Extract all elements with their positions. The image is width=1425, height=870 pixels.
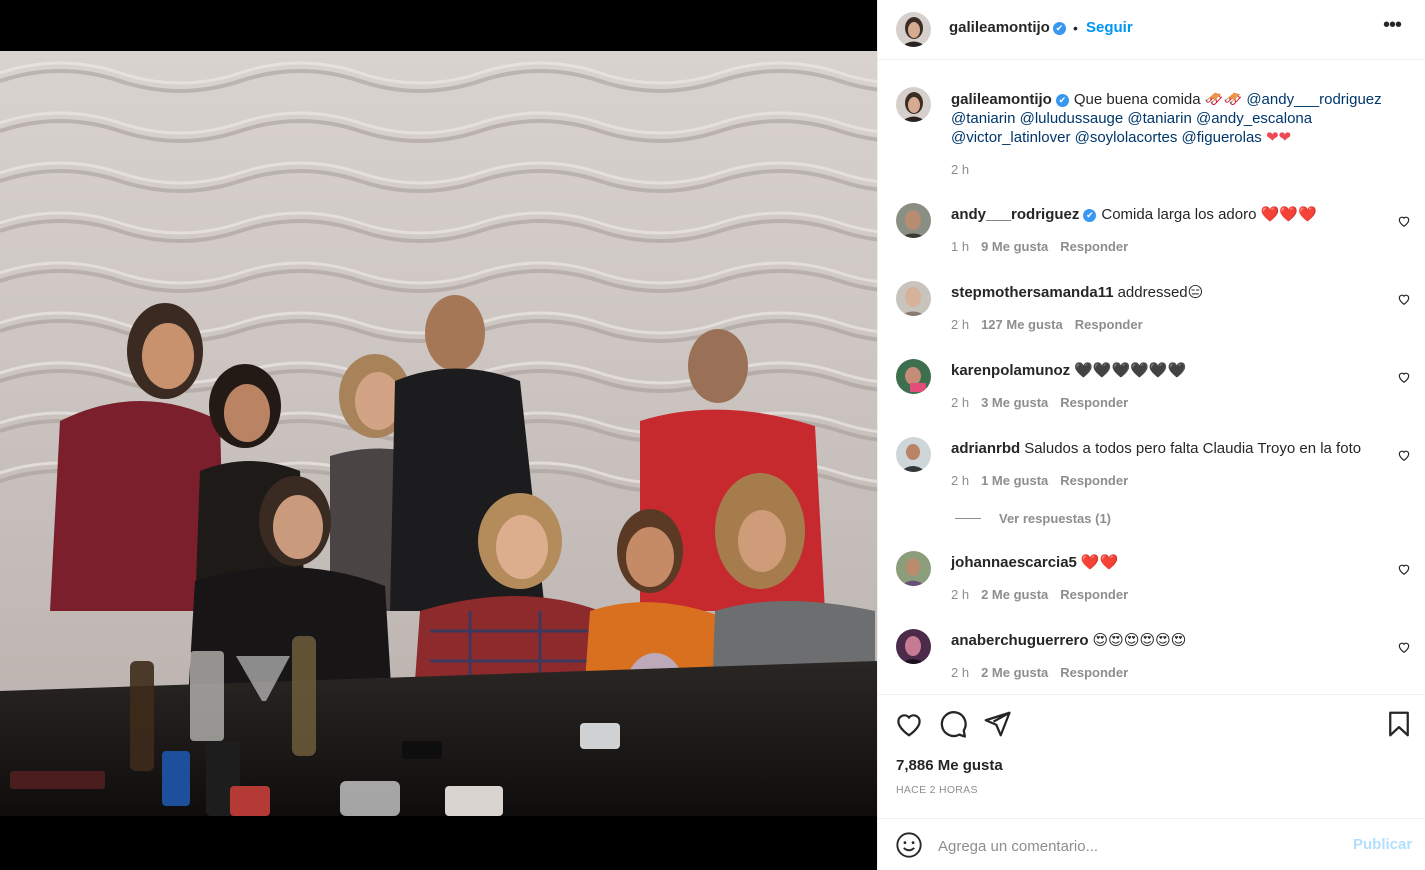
comment-time: 2 h [951, 665, 970, 680]
comment-text-block: anaberchuguerrero 😍😍😍😍😍😍 [951, 631, 1396, 650]
comment-icon[interactable] [938, 709, 968, 739]
comment-input[interactable] [938, 835, 1338, 857]
comment-meta: 2 h 127 Me gusta Responder [951, 317, 1155, 332]
author-username[interactable]: galileamontijo ✔ [949, 19, 1066, 36]
bookmark-icon[interactable] [1384, 709, 1414, 739]
verified-badge-icon: ✔ [1083, 209, 1097, 222]
comment-username[interactable]: stepmothersamanda11 [951, 284, 1114, 301]
view-replies-button[interactable]: Ver respuestas (1) [955, 511, 1111, 526]
share-icon[interactable] [982, 709, 1012, 739]
post-actions: 7,886 Me gusta HACE 2 HORAS [878, 694, 1425, 804]
heart-icon[interactable] [894, 709, 924, 739]
author-avatar[interactable] [896, 12, 931, 47]
post-photo[interactable] [0, 51, 877, 816]
heart-icon[interactable] [1397, 214, 1411, 228]
reply-button[interactable]: Responder [1060, 395, 1128, 410]
comment-username[interactable]: johannaescarcia5 [951, 554, 1077, 571]
comment-meta: 2 h 1 Me gusta Responder [951, 473, 1140, 488]
instagram-post-view: galileamontijo ✔ • Seguir ••• galileamont… [0, 0, 1425, 870]
heart-emoji-icon: ❤❤ [1265, 129, 1292, 146]
comment-time: 2 h [951, 317, 970, 332]
comment-username[interactable]: adrianrbd [951, 440, 1020, 457]
author-username-text[interactable]: galileamontijo [949, 19, 1050, 36]
commenter-avatar[interactable] [896, 551, 931, 586]
heart-icon[interactable] [1397, 292, 1411, 306]
comment-text-block: johannaescarcia5 ❤️❤️ [951, 553, 1396, 572]
comment-text-block: adrianrbd Saludos a todos pero falta Clau… [951, 439, 1396, 458]
comment-text-block: karenpolamunoz 🖤🖤🖤🖤🖤🖤 [951, 361, 1396, 380]
commenter-avatar[interactable] [896, 281, 931, 316]
caption-mention[interactable]: @andy___rodriguez [1246, 91, 1381, 108]
separator-dot: • [1073, 20, 1078, 36]
comment-time: 2 h [951, 395, 970, 410]
comment-likes-count[interactable]: 9 Me gusta [981, 239, 1048, 254]
comment-username[interactable]: karenpolamunoz [951, 362, 1070, 379]
caption-text-block: galileamontijo ✔ Que buena comida 🛷🛷 @andy… [951, 90, 1396, 147]
comment-time: 2 h [951, 473, 970, 488]
comment-username[interactable]: anaberchuguerrero [951, 632, 1089, 649]
reply-button[interactable]: Responder [1060, 473, 1128, 488]
comment-likes-count[interactable]: 3 Me gusta [981, 395, 1048, 410]
heart-icon[interactable] [1397, 640, 1411, 654]
comment-text: Saludos a todos pero falta Claudia Troyo… [1024, 440, 1362, 457]
caption-avatar[interactable] [896, 87, 931, 122]
caption-time: 2 h [951, 162, 970, 177]
sled-emoji-icon: 🛷🛷 [1204, 91, 1243, 108]
heart-emoji-icon: ❤️❤️ [1080, 554, 1119, 571]
commenter-avatar[interactable] [896, 629, 931, 664]
more-options-icon[interactable]: ••• [1383, 14, 1402, 37]
comment-text: addressed [1117, 284, 1188, 301]
reply-button[interactable]: Responder [1075, 317, 1143, 332]
caption-meta: 2 h [951, 162, 981, 177]
heart-emoji-icon: ❤️❤️❤️ [1260, 206, 1317, 223]
verified-badge-icon: ✔ [1055, 94, 1069, 107]
comment-text: Comida larga los adoro [1101, 206, 1257, 223]
follow-button[interactable]: Seguir [1086, 19, 1133, 36]
comment-meta: 2 h 2 Me gusta Responder [951, 587, 1140, 602]
post-timestamp: HACE 2 HORAS [896, 784, 978, 796]
heart-icon[interactable] [1397, 448, 1411, 462]
comment-time: 2 h [951, 587, 970, 602]
caption-text: Que buena comida [1073, 91, 1201, 108]
view-replies-label[interactable]: Ver respuestas (1) [999, 511, 1111, 526]
comment-likes-count[interactable]: 127 Me gusta [981, 317, 1063, 332]
comments-list[interactable]: galileamontijo ✔ Que buena comida 🛷🛷 @andy… [878, 61, 1425, 693]
heart-icon[interactable] [1397, 370, 1411, 384]
commenter-avatar[interactable] [896, 359, 931, 394]
caption-mentions[interactable]: @taniarin @luludussauge @taniarin @andy_… [951, 110, 1312, 127]
replies-divider [955, 518, 981, 519]
comment-likes-count[interactable]: 2 Me gusta [981, 665, 1048, 680]
comment-meta: 2 h 3 Me gusta Responder [951, 395, 1140, 410]
verified-badge-icon: ✔ [1052, 22, 1066, 35]
add-comment-bar: Publicar [878, 818, 1425, 870]
comment-text-block: stepmothersamanda11 addressed😑 [951, 283, 1396, 302]
publish-button[interactable]: Publicar [1353, 836, 1412, 853]
post-header: galileamontijo ✔ • Seguir ••• [878, 0, 1425, 60]
emoji-icon[interactable] [895, 831, 923, 859]
post-side-panel: galileamontijo ✔ • Seguir ••• galileamont… [877, 0, 1425, 870]
media-panel [0, 0, 877, 870]
comment-meta: 2 h 2 Me gusta Responder [951, 665, 1140, 680]
heart-icon[interactable] [1397, 562, 1411, 576]
comment-time: 1 h [951, 239, 970, 254]
reply-button[interactable]: Responder [1060, 239, 1128, 254]
expressionless-emoji-icon: 😑 [1187, 284, 1204, 301]
heart-eyes-emoji-icon: 😍😍😍😍😍😍 [1092, 632, 1187, 649]
comment-likes-count[interactable]: 2 Me gusta [981, 587, 1048, 602]
comment-username[interactable]: andy___rodriguez [951, 206, 1079, 223]
comment-text-block: andy___rodriguez ✔ Comida larga los adoro … [951, 205, 1396, 224]
commenter-avatar[interactable] [896, 437, 931, 472]
comment-meta: 1 h 9 Me gusta Responder [951, 239, 1140, 254]
reply-button[interactable]: Responder [1060, 587, 1128, 602]
commenter-avatar[interactable] [896, 203, 931, 238]
caption-username[interactable]: galileamontijo [951, 91, 1052, 108]
caption-mentions[interactable]: @victor_latinlover @soylolacortes @figue… [951, 129, 1262, 146]
reply-button[interactable]: Responder [1060, 665, 1128, 680]
black-heart-emoji-icon: 🖤🖤🖤🖤🖤🖤 [1074, 362, 1187, 379]
likes-count[interactable]: 7,886 Me gusta [896, 757, 1003, 774]
comment-likes-count[interactable]: 1 Me gusta [981, 473, 1048, 488]
